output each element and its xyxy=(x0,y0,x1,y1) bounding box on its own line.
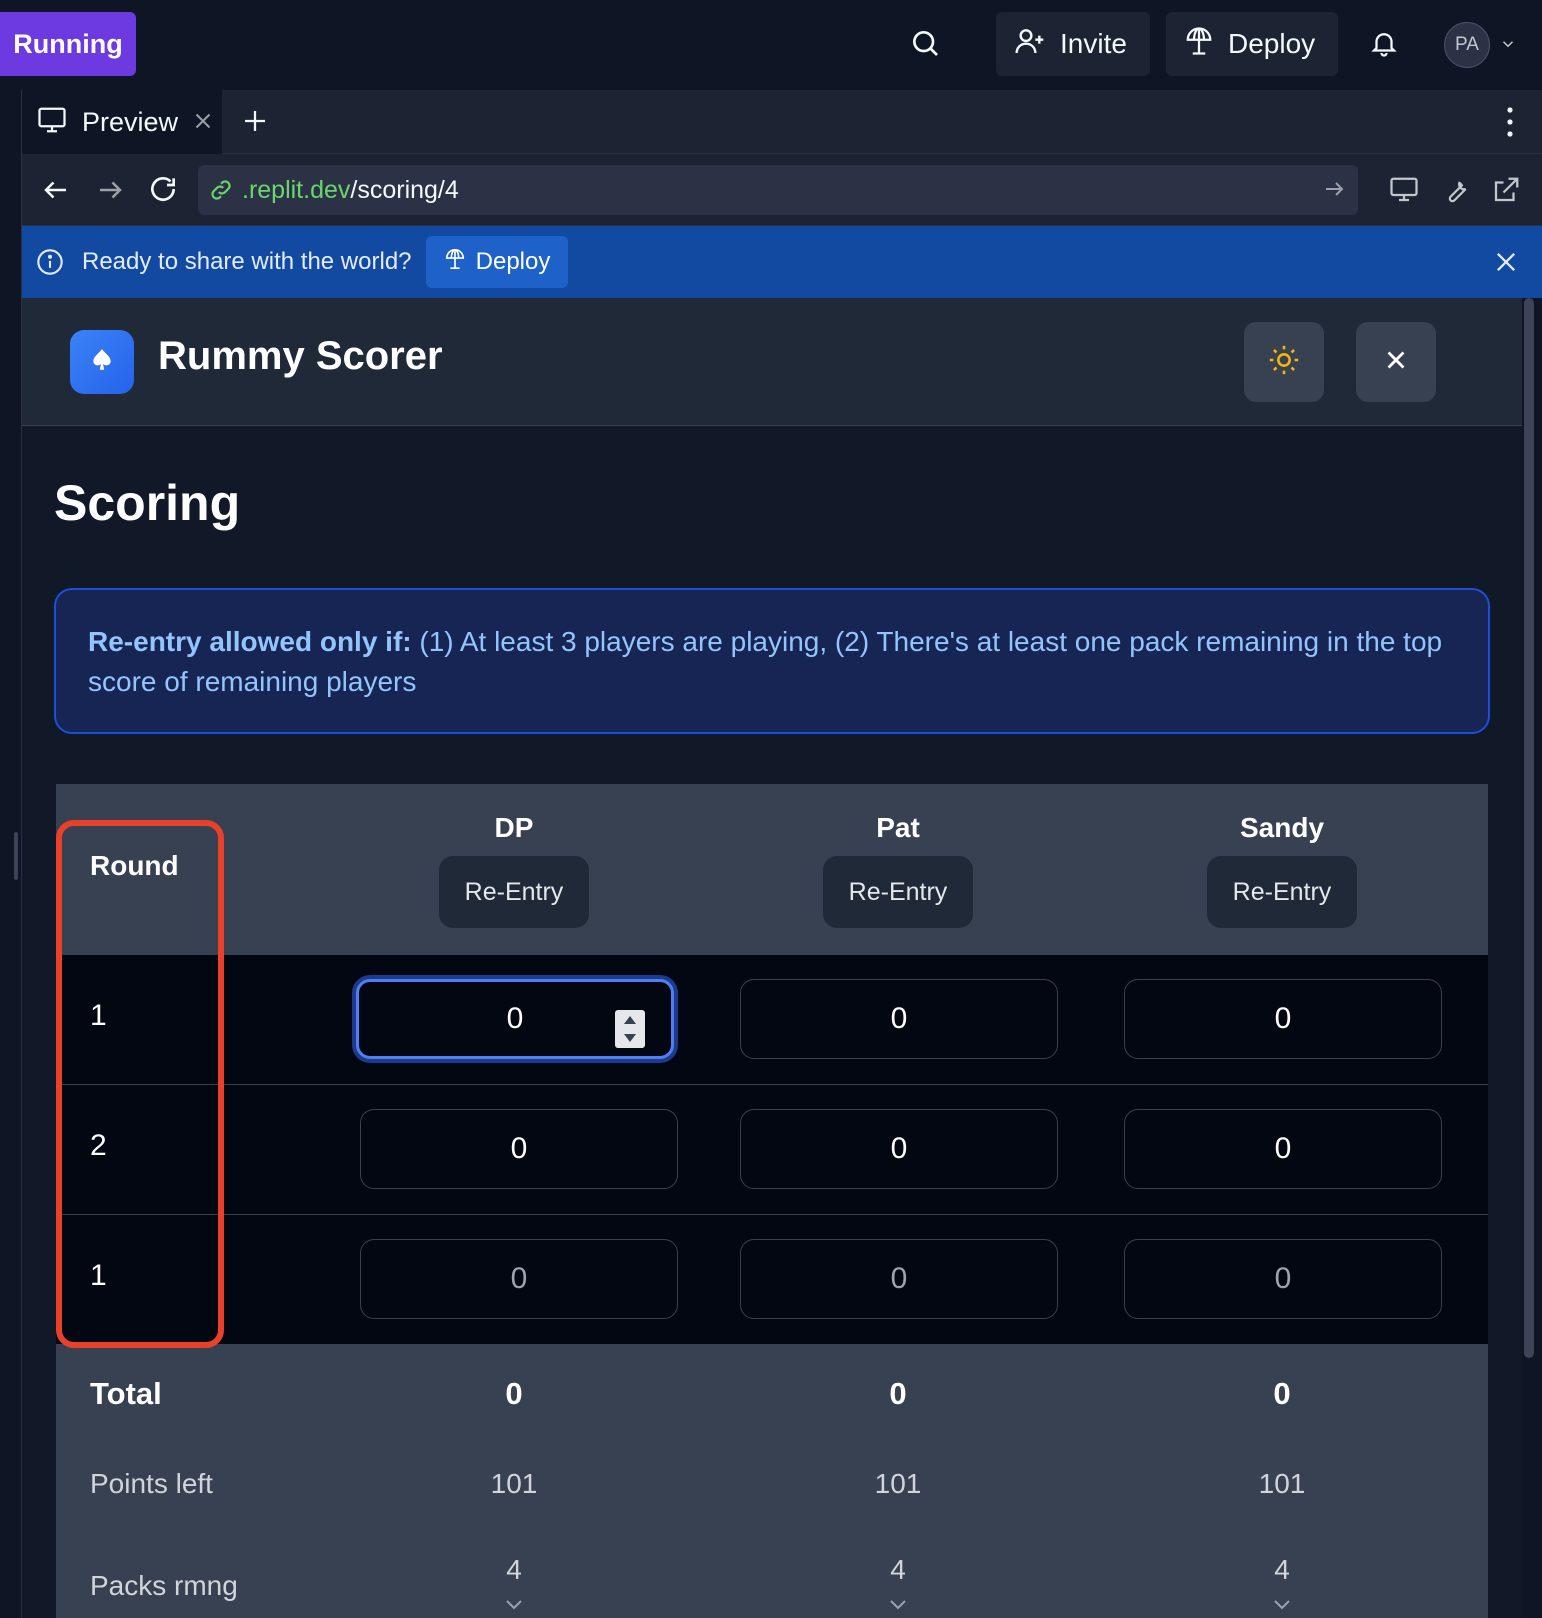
more-options-icon[interactable] xyxy=(1500,104,1520,140)
reentry-button-dp[interactable]: Re-Entry xyxy=(439,856,589,928)
app-title: Rummy Scorer xyxy=(158,334,443,378)
deploy-icon xyxy=(1184,25,1214,64)
banner-deploy-button[interactable]: Deploy xyxy=(426,236,568,288)
packs-remaining-value: 4 xyxy=(1274,1554,1290,1585)
invite-button[interactable]: Invite xyxy=(996,12,1150,76)
score-input[interactable]: 0 xyxy=(740,979,1058,1059)
points-left-value: 101 xyxy=(490,1468,538,1499)
avatar[interactable]: PA xyxy=(1444,22,1490,68)
packs-remaining-label: Packs rmng xyxy=(90,1570,238,1601)
deploy-icon xyxy=(444,247,466,278)
chevron-down-icon[interactable] xyxy=(1498,34,1518,54)
reentry-button-pat[interactable]: Re-Entry xyxy=(823,856,973,928)
player-name: DP xyxy=(494,812,534,843)
table-row: 1 0 0 0 xyxy=(56,954,1488,1084)
tab-bar: Preview xyxy=(22,90,1542,154)
run-status-button[interactable]: Running xyxy=(0,12,136,76)
close-banner-icon[interactable] xyxy=(1492,248,1520,281)
scoring-table: Round DP Re-Entry Pat Re-Entry Sandy Re-… xyxy=(56,784,1488,1618)
score-input[interactable]: 0 xyxy=(1124,1239,1442,1319)
add-user-icon xyxy=(1014,25,1046,64)
round-column-header: Round xyxy=(90,850,179,881)
points-left-label: Points left xyxy=(90,1468,213,1499)
banner-message: Ready to share with the world? xyxy=(82,248,412,275)
invite-label: Invite xyxy=(1060,28,1127,59)
deploy-label: Deploy xyxy=(1228,28,1316,59)
url-input[interactable]: .replit.dev/scoring/4 xyxy=(198,165,1358,215)
total-value: 0 xyxy=(889,1376,907,1411)
number-spinner[interactable] xyxy=(615,1010,645,1048)
points-left-value: 101 xyxy=(874,1468,922,1499)
chevron-down-icon[interactable] xyxy=(1272,1598,1292,1617)
packs-remaining-value: 4 xyxy=(890,1554,906,1585)
notice-bold: Re-entry allowed only if: xyxy=(88,626,412,657)
bell-icon[interactable] xyxy=(1366,24,1402,62)
round-number: 2 xyxy=(90,1129,107,1162)
total-value: 0 xyxy=(505,1376,523,1411)
points-left-value: 101 xyxy=(1258,1468,1306,1499)
theme-toggle-button[interactable] xyxy=(1244,322,1324,402)
deploy-button[interactable]: Deploy xyxy=(1166,12,1338,76)
banner-deploy-label: Deploy xyxy=(475,248,551,275)
chevron-down-icon[interactable] xyxy=(888,1598,908,1617)
workspace-topbar: Running Invite Deploy PA xyxy=(0,0,1542,90)
forward-arrow-icon[interactable] xyxy=(92,172,128,208)
table-footer: Total 0 0 0 Points left 101 101 101 Pack… xyxy=(56,1344,1488,1618)
round-number: 1 xyxy=(90,999,107,1032)
table-row: 2 0 0 0 xyxy=(56,1084,1488,1214)
app-header: Rummy Scorer xyxy=(22,298,1522,426)
spade-icon xyxy=(89,347,115,378)
round-number: 1 xyxy=(90,1259,107,1292)
table-row: 1 0 0 0 xyxy=(56,1214,1488,1344)
close-icon xyxy=(1381,345,1411,380)
score-input[interactable]: 0 xyxy=(1124,1109,1442,1189)
app-preview: Rummy Scorer Scoring Re-entry allowed on… xyxy=(22,298,1522,1618)
score-value: 0 xyxy=(506,1002,524,1035)
info-icon xyxy=(36,248,64,281)
devices-icon[interactable] xyxy=(1386,172,1422,208)
player-column-dp: DP Re-Entry xyxy=(322,784,706,954)
tab-label: Preview xyxy=(82,106,179,137)
address-bar-row: .replit.dev/scoring/4 xyxy=(22,154,1542,226)
sun-icon xyxy=(1267,343,1301,382)
go-arrow-icon[interactable] xyxy=(1322,177,1346,208)
search-icon[interactable] xyxy=(906,24,944,62)
reentry-rule-notice: Re-entry allowed only if: (1) At least 3… xyxy=(54,588,1490,734)
left-pane-edge xyxy=(0,90,22,1618)
table-header: Round DP Re-Entry Pat Re-Entry Sandy Re-… xyxy=(56,784,1488,954)
packs-remaining-value: 4 xyxy=(506,1554,522,1585)
total-label: Total xyxy=(90,1376,162,1411)
player-column-pat: Pat Re-Entry xyxy=(706,784,1090,954)
reload-icon[interactable] xyxy=(144,170,182,208)
resize-handle[interactable] xyxy=(14,832,18,880)
link-icon xyxy=(208,177,234,210)
new-tab-icon[interactable] xyxy=(240,106,270,136)
score-input[interactable]: 0 xyxy=(360,1109,678,1189)
chevron-down-icon[interactable] xyxy=(504,1598,524,1617)
open-external-icon[interactable] xyxy=(1488,172,1524,208)
back-arrow-icon[interactable] xyxy=(38,172,74,208)
reentry-button-sandy[interactable]: Re-Entry xyxy=(1207,856,1357,928)
score-input[interactable]: 0 xyxy=(740,1239,1058,1319)
app-logo xyxy=(70,330,134,394)
url-path: /scoring/4 xyxy=(350,175,459,204)
player-name: Pat xyxy=(876,812,920,843)
close-tab-icon[interactable] xyxy=(190,108,216,134)
monitor-icon xyxy=(36,105,68,140)
player-column-sandy: Sandy Re-Entry xyxy=(1090,784,1474,954)
score-input[interactable]: 0 xyxy=(1124,979,1442,1059)
score-input[interactable]: 0 xyxy=(360,1239,678,1319)
url-host: .replit.dev xyxy=(242,175,351,204)
preview-scrollbar[interactable] xyxy=(1524,298,1534,1358)
player-name: Sandy xyxy=(1239,812,1325,843)
page-title: Scoring xyxy=(54,475,241,531)
close-app-button[interactable] xyxy=(1356,322,1436,402)
score-input[interactable]: 0 xyxy=(356,979,674,1059)
wrench-icon[interactable] xyxy=(1438,172,1474,208)
deploy-banner: Ready to share with the world? Deploy xyxy=(22,226,1542,298)
total-value: 0 xyxy=(1273,1376,1291,1411)
score-input[interactable]: 0 xyxy=(740,1109,1058,1189)
